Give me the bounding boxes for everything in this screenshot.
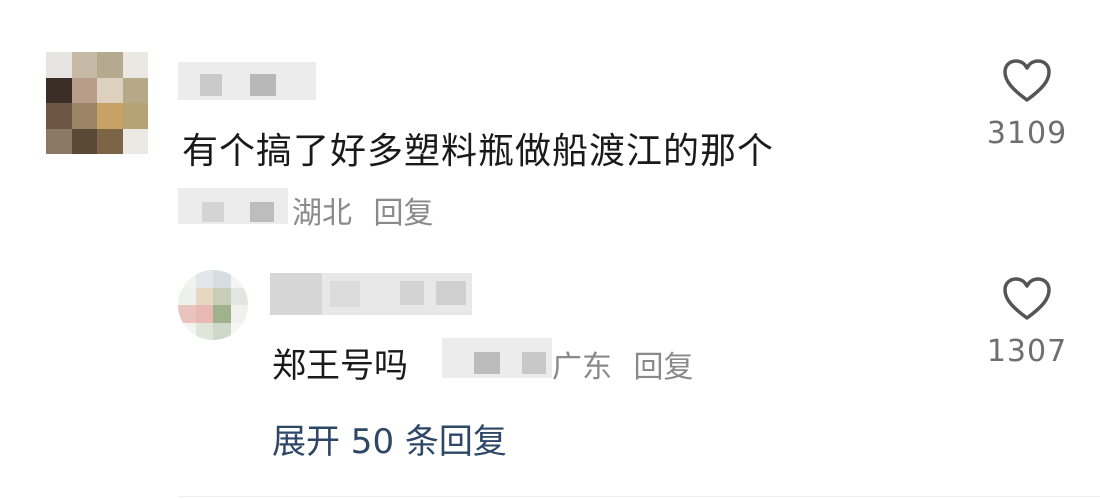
reply-reply-button[interactable]: 回复 bbox=[634, 350, 694, 385]
reply-username-blurred[interactable] bbox=[270, 273, 472, 315]
reply-avatar[interactable] bbox=[178, 270, 248, 340]
reply-meta: 广东 回复 bbox=[552, 342, 694, 386]
reply-location-label: 广东 bbox=[552, 350, 612, 385]
avatar[interactable] bbox=[46, 52, 148, 154]
reply-like-button[interactable]: 1307 bbox=[977, 276, 1077, 369]
like-count: 3109 bbox=[986, 116, 1068, 151]
reply-text: 郑王号吗 bbox=[272, 346, 408, 386]
comment-meta: 湖北 回复 bbox=[292, 188, 434, 232]
reply-timestamp-blurred bbox=[442, 338, 552, 378]
like-button[interactable]: 3109 bbox=[977, 58, 1077, 151]
location-label: 湖北 bbox=[292, 196, 352, 231]
comment-text: 有个搞了好多塑料瓶做船渡江的那个 bbox=[182, 131, 775, 172]
timestamp-blurred bbox=[178, 188, 288, 224]
username-blurred[interactable] bbox=[178, 62, 316, 100]
heart-outline-icon bbox=[1003, 59, 1051, 102]
expand-replies-button[interactable]: 展开 50 条回复 bbox=[272, 414, 507, 463]
reply-button[interactable]: 回复 bbox=[374, 196, 434, 231]
reply-like-count: 1307 bbox=[986, 334, 1068, 369]
heart-outline-icon bbox=[1003, 277, 1051, 320]
divider bbox=[178, 496, 1100, 497]
